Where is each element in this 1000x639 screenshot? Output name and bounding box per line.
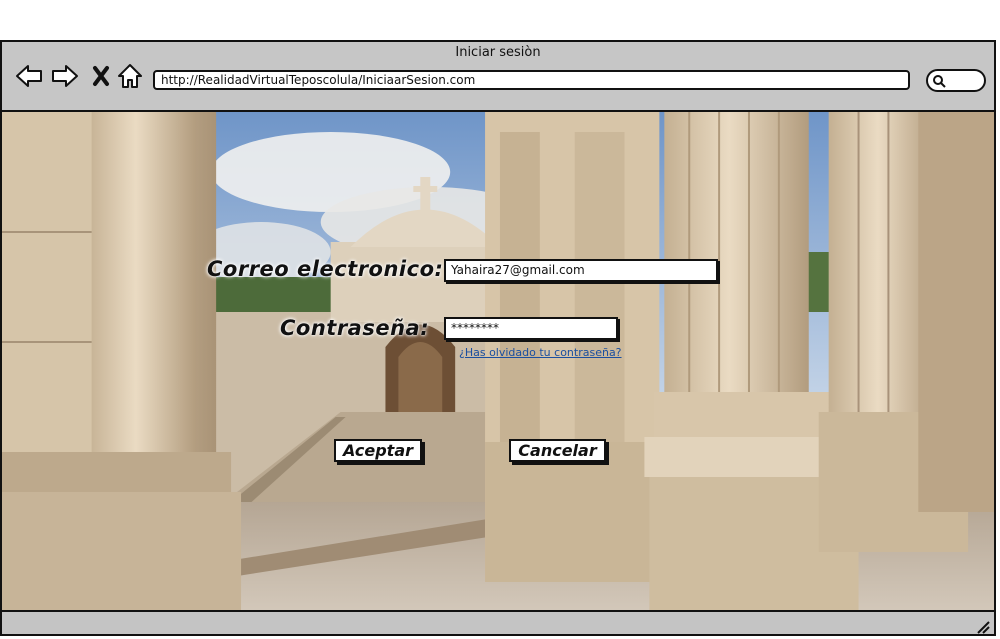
resize-handle-icon[interactable] [974, 618, 990, 634]
search-box[interactable] [926, 69, 986, 92]
search-icon [933, 75, 946, 88]
home-button[interactable] [115, 62, 145, 90]
window-title: Iniciar sesiòn [455, 45, 541, 60]
monastery-photo [2, 112, 994, 612]
browser-window: Iniciar sesiòn http://RealidadVirtualTep… [0, 40, 996, 636]
forward-button[interactable] [50, 62, 80, 90]
forgot-password-link[interactable]: ¿Has olvidado tu contraseña? [459, 346, 622, 359]
home-icon [118, 64, 142, 88]
password-label: Contraseña: [280, 316, 430, 340]
email-field[interactable]: Yahaira27@gmail.com [444, 259, 718, 282]
close-icon [93, 66, 109, 86]
password-field[interactable]: ******** [444, 317, 618, 340]
back-button[interactable] [14, 62, 44, 90]
browser-toolbar: Iniciar sesiòn http://RealidadVirtualTep… [2, 42, 994, 112]
arrow-left-icon [16, 65, 42, 87]
stop-button[interactable] [86, 62, 116, 90]
page-content: Correo electronico: Yahaira27@gmail.com … [2, 112, 994, 612]
arrow-right-icon [52, 65, 78, 87]
accept-button[interactable]: Aceptar [334, 439, 422, 462]
cancel-button[interactable]: Cancelar [509, 439, 606, 462]
email-label: Correo electronico: [207, 257, 444, 281]
status-bar [2, 610, 994, 634]
url-bar[interactable]: http://RealidadVirtualTeposcolula/Inicia… [153, 70, 910, 90]
